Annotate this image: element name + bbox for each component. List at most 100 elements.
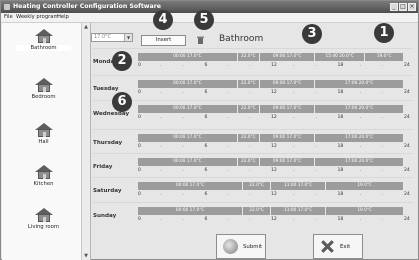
submit-button[interactable]: Submit (216, 234, 266, 259)
schedule-segment[interactable]: 09:00 17.0°C (259, 105, 316, 113)
day-track[interactable]: 00:00 17.0°C 22.0°C 11:00 17.0°C 19.0°C (138, 207, 404, 215)
room-item-living-room[interactable]: Living room (16, 208, 71, 230)
day-label: Sunday (93, 213, 117, 219)
hour-scale: 0.. 6.. 12.. 18.. 24 (138, 115, 412, 121)
schedule-segment[interactable]: 22.0°C (243, 182, 271, 190)
hour-tick-dot: . (248, 115, 251, 120)
hour-tick-label: 6 (204, 144, 208, 149)
room-title: Bathroom (219, 34, 264, 44)
maximize-button[interactable]: □ (399, 3, 407, 11)
hour-tick-dot: . (160, 90, 162, 95)
chevron-down-icon[interactable]: ▼ (124, 34, 132, 41)
scroll-up-icon[interactable]: ▲ (82, 23, 90, 31)
schedule-segment[interactable]: 00:00 17.0°C (138, 53, 238, 61)
schedule-segment[interactable]: 17:00 20.0°C (315, 105, 404, 113)
hour-tick-dot: . (381, 217, 384, 222)
schedule-segment[interactable]: 00:00 17.0°C (138, 80, 238, 88)
hour-tick-dot: . (359, 168, 362, 173)
schedule-segment[interactable]: 22.0°C (237, 105, 260, 113)
hour-scale: 0.. 6.. 12.. 18.. 24 (138, 144, 412, 150)
minimize-button[interactable]: _ (390, 3, 398, 11)
schedule-segment[interactable]: 17:00 20.0°C (315, 134, 404, 142)
schedule-segment[interactable]: 19.0°C (326, 207, 404, 215)
hour-tick-label: 18 (337, 90, 344, 95)
hour-tick-dot: . (248, 217, 251, 222)
hour-tick-label: 0 (138, 192, 141, 197)
menu-file[interactable]: File (4, 14, 13, 21)
hour-tick-label: 18 (337, 144, 344, 149)
hour-tick-dot: . (315, 168, 317, 173)
hour-tick-dot: . (315, 90, 317, 95)
room-label: Bathroom (16, 45, 71, 51)
schedule-segment[interactable]: 00:00 17.0°C (138, 158, 238, 166)
room-item-kitchen[interactable]: Kitchen (16, 165, 71, 187)
callout-badge-2: 2 (112, 51, 132, 71)
hour-tick-label: 12 (271, 63, 277, 68)
schedule-segment[interactable]: 00:00 17.0°C (138, 134, 238, 142)
hour-scale: 0.. 6.. 12.. 18.. 24 (138, 192, 412, 198)
day-track[interactable]: 00:00 17.0°C 22.0°C 09:00 17.0°C 17:00 20.0… (138, 105, 404, 113)
schedule-segment[interactable]: 09:00 17.0°C (259, 158, 316, 166)
schedule-segment[interactable]: 15:40 20.0°C (315, 53, 366, 61)
close-button[interactable]: × (408, 3, 416, 11)
row-separator (93, 100, 413, 101)
day-track[interactable]: 00:00 17.0°C 22.0°C 09:00 17.0°C 17:00 20.0… (138, 80, 404, 88)
schedule-segment[interactable]: 17:00 20.0°C (315, 80, 404, 88)
schedule-segment[interactable]: 17:00 20.0°C (315, 158, 404, 166)
exit-button[interactable]: Exit (313, 234, 363, 259)
day-track[interactable]: 00:00 17.0°C 22.0°C 09:00 17.0°C 15:40 20.0… (138, 53, 404, 61)
hour-tick-label: 0 (138, 168, 141, 173)
hour-tick-label: 6 (204, 115, 208, 120)
day-track[interactable]: 00:00 17.0°C 22.0°C 09:00 17.0°C 17:00 20.0… (138, 134, 404, 142)
schedule-segment[interactable]: 22.0°C (243, 207, 271, 215)
hour-tick-dot: . (293, 115, 295, 120)
schedule-segment[interactable]: 22.0°C (237, 80, 260, 88)
submit-icon (223, 239, 238, 254)
hour-tick-dot: . (359, 63, 362, 68)
hour-tick-dot: . (381, 192, 384, 197)
hour-tick-dot: . (293, 90, 295, 95)
schedule-segment[interactable]: 11:00 17.0°C (271, 182, 327, 190)
schedule-segment[interactable]: 09:00 17.0°C (259, 53, 316, 61)
day-label: Friday (93, 164, 113, 170)
hour-tick-dot: . (160, 63, 162, 68)
hour-tick-dot: . (226, 217, 229, 222)
schedule-segment[interactable]: 19.0°C (326, 182, 404, 190)
hour-tick-label: 18 (337, 168, 344, 173)
schedule-segment[interactable]: 22.0°C (237, 158, 260, 166)
schedule-segment[interactable]: 22.0°C (237, 53, 260, 61)
hour-tick-dot: . (293, 192, 295, 197)
menu-help[interactable]: Help (57, 14, 69, 21)
room-item-hall[interactable]: Hall (16, 123, 71, 145)
room-item-bedroom[interactable]: Bedroom (16, 78, 71, 100)
app-icon (4, 4, 10, 10)
trash-icon[interactable] (197, 36, 204, 44)
room-item-bathroom[interactable]: Bathroom (16, 29, 71, 51)
schedule-segment[interactable]: 19.0°C (365, 53, 404, 61)
schedule-segment[interactable]: 22.0°C (237, 134, 260, 142)
sidebar-scrollbar[interactable]: ▲ ▼ (81, 23, 90, 260)
hour-tick-dot: . (293, 144, 295, 149)
schedule-segment[interactable]: 09:00 17.0°C (259, 134, 316, 142)
day-track[interactable]: 00:00 17.0°C 22.0°C 09:00 17.0°C 17:00 20.0… (138, 158, 404, 166)
schedule-segment[interactable]: 11:00 17.0°C (271, 207, 327, 215)
callout-badge-5: 5 (194, 10, 214, 30)
hour-tick-dot: . (248, 90, 251, 95)
schedule-segment[interactable]: 00:00 17.0°C (138, 105, 238, 113)
row-separator (93, 48, 413, 49)
hour-tick-dot: . (182, 168, 184, 173)
hour-tick-label: 12 (271, 90, 277, 95)
temperature-select[interactable]: 17.0°C ▼ (91, 33, 133, 42)
scroll-down-icon[interactable]: ▼ (82, 252, 90, 260)
schedule-segment[interactable]: 00:00 17.0°C (138, 207, 244, 215)
hour-tick-label: 6 (204, 63, 208, 68)
hour-tick-dot: . (293, 168, 295, 173)
hour-tick-dot: . (160, 144, 162, 149)
schedule-segment[interactable]: 00:00 17.0°C (138, 182, 244, 190)
house-icon (34, 208, 53, 222)
hour-tick-dot: . (359, 217, 362, 222)
insert-button[interactable]: Insert (141, 35, 186, 46)
day-track[interactable]: 00:00 17.0°C 22.0°C 11:00 17.0°C 19.0°C (138, 182, 404, 190)
menu-weekly-program[interactable]: Weekly program (16, 14, 59, 21)
schedule-segment[interactable]: 09:00 17.0°C (259, 80, 316, 88)
